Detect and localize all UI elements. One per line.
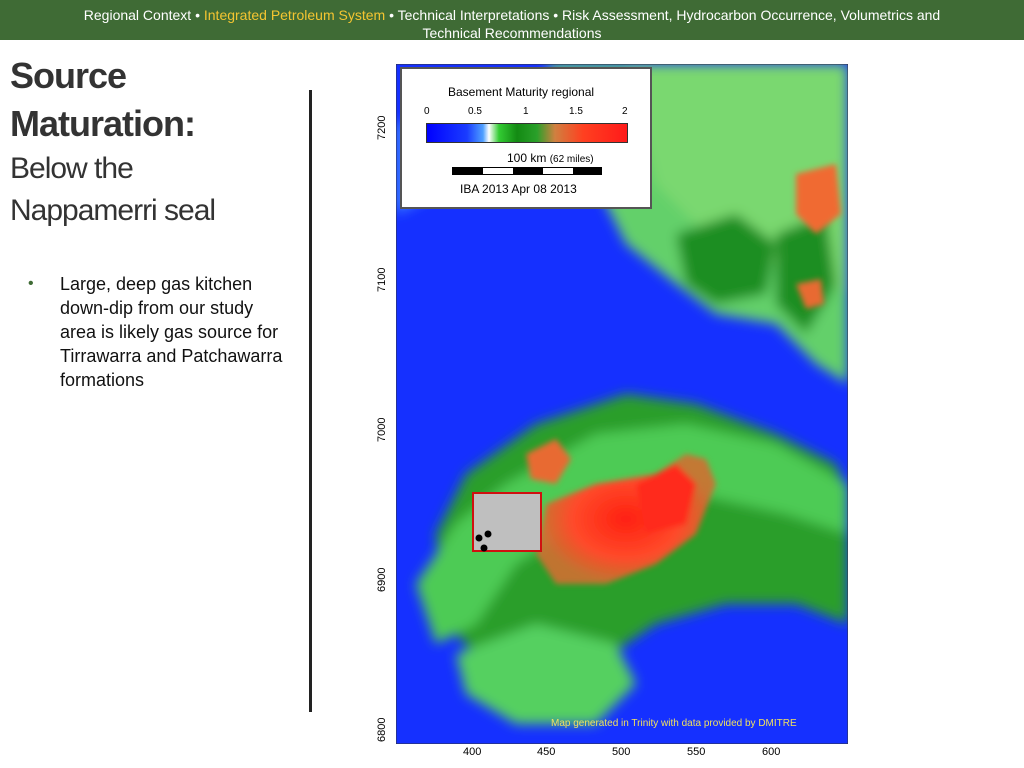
bullet-item: • Large, deep gas kitchen down-dip from … (28, 272, 288, 392)
y-tick-label: 6800 (376, 717, 388, 742)
vertical-divider (309, 90, 312, 712)
nav-technical-recommendations[interactable]: Technical Recommendations (0, 24, 1024, 42)
legend-tick: 1.5 (569, 106, 583, 117)
x-tick-label: 550 (687, 746, 706, 758)
y-tick-label: 7100 (376, 267, 388, 292)
x-tick-label: 450 (537, 746, 556, 758)
bullet-text: Large, deep gas kitchen down-dip from ou… (60, 274, 283, 390)
subtitle-line-1: Below the (10, 152, 134, 185)
section-navigation-bar: Regional Context • Integrated Petroleum … (0, 0, 1024, 42)
legend-tick: 0.5 (468, 106, 482, 117)
subtitle-line-2: Nappamerri seal (10, 194, 216, 227)
slide-title: Source Maturation: Below the Nappamerri … (10, 52, 310, 232)
title-line-1: Source (10, 55, 127, 96)
y-tick-label: 7200 (376, 115, 388, 140)
scale-miles: (62 miles) (549, 154, 594, 165)
x-tick-label: 400 (463, 746, 482, 758)
legend-tick: 1 (523, 106, 529, 117)
map-credit: Map generated in Trinity with data provi… (551, 718, 797, 729)
title-line-2: Maturation: (10, 103, 196, 144)
y-tick-label: 6900 (376, 567, 388, 592)
scale-bar (452, 167, 602, 175)
nav-integrated-petroleum-system[interactable]: Integrated Petroleum System (204, 7, 385, 23)
legend-date: IBA 2013 Apr 08 2013 (460, 182, 577, 196)
scale-km: 100 km (507, 151, 547, 165)
x-tick-label: 600 (762, 746, 781, 758)
legend-tick: 2 (622, 106, 628, 117)
scale-label: 100 km (62 miles) (507, 151, 594, 165)
legend-tick: 0 (424, 106, 430, 117)
x-tick-label: 500 (612, 746, 631, 758)
bullet-list: • Large, deep gas kitchen down-dip from … (28, 272, 288, 392)
y-tick-label: 7000 (376, 417, 388, 442)
legend-title: Basement Maturity regional (448, 85, 595, 99)
bullet-icon: • (28, 275, 34, 292)
map-legend: Basement Maturity regional 0 0.5 1 1.5 2… (400, 67, 652, 209)
nav-other-sections[interactable]: • Technical Interpretations • Risk Asses… (385, 7, 940, 23)
nav-regional-context[interactable]: Regional Context • (84, 7, 204, 23)
legend-color-bar (426, 123, 628, 143)
